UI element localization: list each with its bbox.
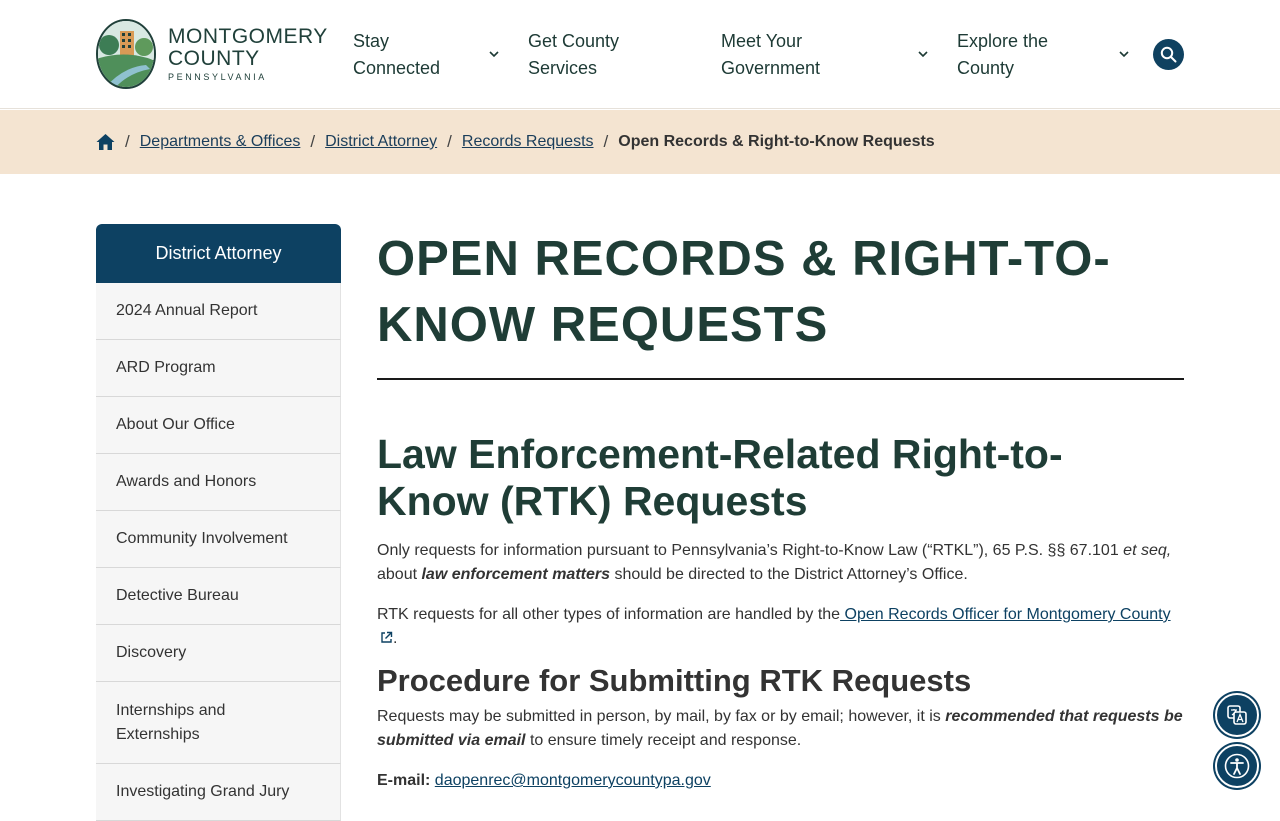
search-button[interactable] [1153, 39, 1184, 70]
intro-text: should be directed to the District Attor… [610, 566, 968, 583]
intro-text: Only requests for information pursuant t… [377, 542, 1119, 559]
section-heading-law-enforcement: Law Enforcement-Related Right-to- Know (… [377, 431, 1184, 525]
nav-stay-connected[interactable]: Stay Connected [353, 28, 440, 82]
logo-line-county: COUNTY [168, 47, 260, 70]
nav-label-line: Get County [528, 31, 620, 51]
chevron-down-icon[interactable] [916, 47, 930, 61]
section-heading-procedure: Procedure for Submitting RTK Requests [377, 663, 972, 698]
breadcrumb-bar: / Departments & Offices / District Attor… [0, 110, 1280, 174]
logo-line-montgomery: MONTGOMERY [168, 25, 328, 48]
sidebar-item-awards-and-honors[interactable]: Awards and Honors [96, 454, 341, 511]
nav-stay-connected-label: Stay Connected [353, 28, 440, 82]
sidebar-item-community-involvement[interactable]: Community Involvement [96, 511, 341, 568]
external-link-icon [381, 631, 393, 643]
nav-get-county-services-label: Get County Services [528, 28, 619, 82]
sidebar-item-annual-report[interactable]: 2024 Annual Report [96, 283, 341, 340]
sidebar-item-discovery[interactable]: Discovery [96, 625, 341, 682]
procedure-text: to ensure timely receipt and response. [525, 732, 802, 749]
nav-explore-the-county-label: Explore the County [957, 28, 1048, 82]
nav-meet-your-government[interactable]: Meet Your Government [721, 28, 820, 82]
nav-label-line: Stay [353, 31, 390, 51]
home-icon[interactable] [96, 133, 115, 151]
sidebar-nav: District Attorney 2024 Annual Report ARD… [96, 224, 341, 821]
intro-emphasis: law enforcement matters [421, 566, 610, 583]
nav-get-county-services[interactable]: Get County Services [528, 28, 619, 82]
email-paragraph: E-mail: daopenrec@montgomerycountypa.gov [377, 769, 1184, 793]
sidebar-item-ard-program[interactable]: ARD Program [96, 340, 341, 397]
sidebar-title[interactable]: District Attorney [96, 224, 341, 283]
page-title-line: KNOW REQUESTS [377, 298, 829, 352]
nav-label-line: Services [528, 58, 598, 78]
email-label: E-mail: [377, 772, 431, 789]
intro-text: about [377, 566, 422, 583]
breadcrumb-separator: / [125, 132, 130, 151]
breadcrumb-link-district-attorney[interactable]: District Attorney [325, 133, 437, 151]
page-title: OPEN RECORDS & RIGHT-TO- KNOW REQUESTS [377, 226, 1184, 358]
sidebar-item-detective-bureau[interactable]: Detective Bureau [96, 568, 341, 625]
nav-meet-your-government-label: Meet Your Government [721, 28, 820, 82]
logo-line-pennsylvania: PENNSYLVANIA [168, 72, 267, 82]
email-link[interactable]: daopenrec@montgomerycountypa.gov [435, 772, 711, 789]
breadcrumb-separator: / [603, 132, 609, 151]
other-requests-paragraph: RTK requests for all other types of info… [377, 603, 1184, 651]
sidebar-item-internships[interactable]: Internships and Externships [96, 682, 341, 764]
breadcrumb: / Departments & Offices / District Attor… [96, 110, 935, 174]
nav-label-line: Meet Your [721, 31, 803, 51]
county-logo[interactable]: MONTGOMERY COUNTY PENNSYLVANIA [96, 19, 328, 89]
sidebar-item-label: Internships and Externships [116, 701, 226, 743]
translate-icon [1227, 705, 1247, 725]
nav-label-line: Connected [353, 58, 441, 78]
main-content: OPEN RECORDS & RIGHT-TO- KNOW REQUESTS L… [377, 224, 1184, 793]
breadcrumb-link-departments[interactable]: Departments & Offices [140, 133, 301, 151]
intro-paragraph: Only requests for information pursuant t… [377, 539, 1184, 587]
accessibility-icon [1224, 753, 1250, 779]
search-icon [1160, 46, 1177, 63]
county-seal-icon [96, 19, 156, 89]
breadcrumb-separator: / [447, 132, 452, 151]
nav-label-line: Explore the [957, 31, 1049, 51]
site-header: MONTGOMERY COUNTY PENNSYLVANIA Stay Conn… [0, 0, 1280, 109]
open-records-officer-link-text: Open Records Officer for Montgomery Coun… [840, 606, 1171, 623]
other-requests-end: . [393, 630, 398, 647]
translate-button[interactable] [1215, 693, 1259, 737]
logo-wordmark: MONTGOMERY COUNTY PENNSYLVANIA [168, 26, 328, 82]
procedure-text: Requests may be submitted in person, by … [377, 708, 946, 725]
sidebar-item-investigating-grand-jury[interactable]: Investigating Grand Jury [96, 764, 341, 821]
breadcrumb-current: Open Records & Right-to-Know Requests [618, 133, 935, 150]
nav-explore-the-county[interactable]: Explore the County [957, 28, 1048, 82]
accessibility-button[interactable] [1215, 744, 1259, 788]
nav-label-line: Government [721, 58, 821, 78]
intro-et-seq: et seq, [1123, 542, 1172, 559]
chevron-down-icon[interactable] [1117, 47, 1131, 61]
procedure-paragraph: Requests may be submitted in person, by … [377, 705, 1184, 753]
heading-line: Know (RTK) Requests [377, 478, 808, 524]
breadcrumb-separator: / [310, 132, 316, 151]
sidebar-item-about-our-office[interactable]: About Our Office [96, 397, 341, 454]
other-requests-text: RTK requests for all other types of info… [377, 606, 841, 623]
breadcrumb-link-records-requests[interactable]: Records Requests [462, 133, 594, 151]
title-divider [377, 378, 1184, 380]
chevron-down-icon[interactable] [487, 47, 501, 61]
page-title-line: OPEN RECORDS & RIGHT-TO- [377, 232, 1111, 286]
nav-label-line: County [957, 58, 1015, 78]
heading-line: Law Enforcement-Related Right-to- [377, 431, 1063, 477]
